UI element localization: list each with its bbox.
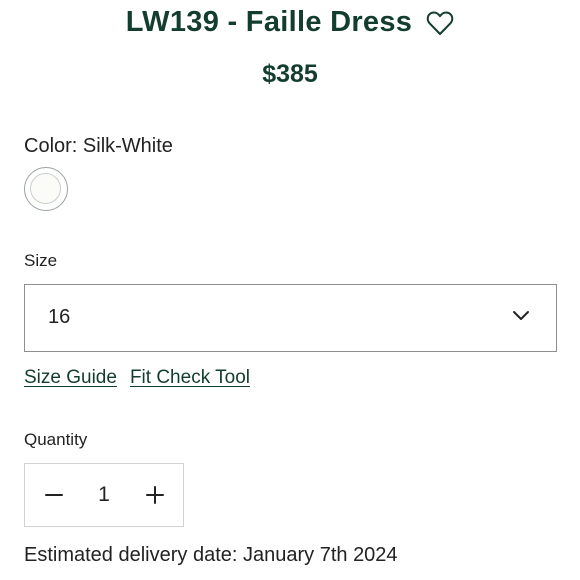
heart-icon[interactable] [426,10,454,36]
plus-icon [146,486,164,504]
quantity-value[interactable]: 1 [89,483,119,507]
estimated-delivery: Estimated delivery date: January 7th 202… [24,544,398,566]
size-selected-value: 16 [48,306,71,328]
decrement-button[interactable] [39,479,69,511]
color-label: Color: Silk-White [24,135,173,157]
title-row: LW139 - Faille Dress [0,6,580,39]
quantity-stepper: 1 [24,463,184,527]
color-swatch-silk-white[interactable] [24,167,68,211]
product-detail-panel: LW139 - Faille Dress $385 Color: Silk-Wh… [0,0,580,580]
increment-button[interactable] [140,479,170,511]
quantity-label: Quantity [24,430,88,449]
size-links: Size Guide Fit Check Tool [24,367,250,389]
product-price: $385 [262,60,318,88]
swatch-fill [30,173,61,204]
chevron-down-icon [512,309,530,321]
size-guide-link[interactable]: Size Guide [24,367,117,389]
product-title: LW139 - Faille Dress [125,6,413,38]
fit-check-tool-link[interactable]: Fit Check Tool [130,367,250,389]
size-select[interactable]: 16 [24,284,557,352]
minus-icon [45,494,63,496]
size-label: Size [24,251,58,270]
